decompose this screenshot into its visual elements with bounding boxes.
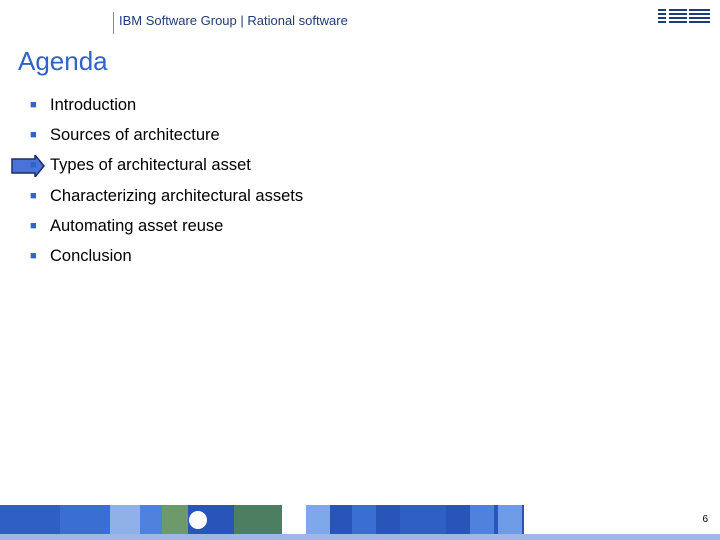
agenda-item-label: Sources of architecture [50, 126, 220, 145]
footer-decoration [282, 505, 306, 534]
agenda-item-label: Types of architectural asset [50, 156, 251, 175]
footer-decoration [162, 505, 188, 534]
agenda-item: ■ Conclusion [30, 243, 303, 273]
globe-icon [189, 511, 207, 529]
header-divider [113, 12, 114, 34]
footer-decoration [470, 505, 494, 534]
bullet-icon: ■ [30, 249, 37, 262]
bullet-icon: ■ [30, 129, 37, 142]
footer-decoration [498, 505, 522, 534]
agenda-item-label: Automating asset reuse [50, 216, 224, 235]
slide-title: Agenda [18, 46, 108, 76]
bullet-icon: ■ [30, 99, 37, 111]
footer-decoration [140, 505, 162, 534]
agenda-item-current: ■ Types of architectural asset [30, 152, 303, 182]
slide-header: IBM Software Group | Rational software [0, 0, 720, 35]
agenda-item: ■ Characterizing architectural assets [30, 183, 303, 213]
agenda-item-label: Introduction [50, 96, 137, 114]
footer-decoration [110, 505, 140, 534]
agenda-list: ■ Introduction ■ Sources of architecture… [30, 92, 303, 273]
bullet-icon: ■ [30, 159, 37, 172]
footer-decoration [400, 505, 446, 534]
footer-strip [0, 534, 720, 540]
agenda-item: ■ Automating asset reuse [30, 213, 303, 243]
footer-decoration [60, 505, 110, 534]
page-number: 6 [702, 514, 708, 525]
bullet-icon: ■ [30, 219, 37, 232]
footer-decoration [524, 505, 720, 534]
header-text: IBM Software Group | Rational software [119, 13, 348, 28]
agenda-item-label: Conclusion [50, 246, 132, 265]
footer-decoration [0, 505, 60, 534]
footer-band: 6 [0, 505, 720, 534]
agenda-item-label: Characterizing architectural assets [50, 186, 304, 205]
bullet-icon: ■ [30, 189, 37, 202]
footer-decoration [234, 505, 282, 534]
ibm-logo-icon [658, 7, 710, 27]
agenda-item: ■ Sources of architecture [30, 122, 303, 152]
agenda-item: ■ Introduction [30, 92, 303, 122]
footer-decoration [306, 505, 330, 534]
footer-decoration [352, 505, 376, 534]
